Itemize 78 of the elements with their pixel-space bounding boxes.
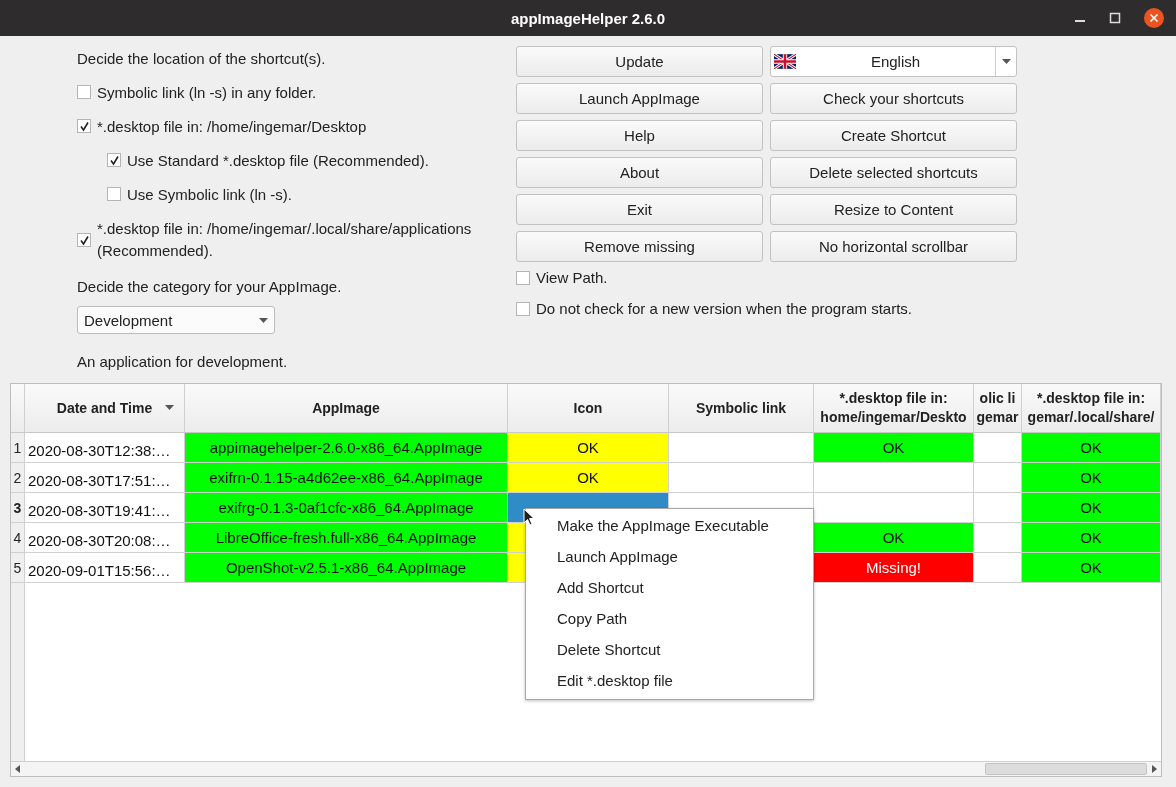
scrollbar-thumb[interactable] (985, 763, 1147, 775)
push-button[interactable]: Exit (516, 194, 763, 225)
push-button[interactable]: Update (516, 46, 763, 77)
column-header[interactable]: AppImage (185, 384, 508, 432)
push-button[interactable]: Launch AppImage (516, 83, 763, 114)
table-cell: appimagehelper-2.6.0-x86_64.AppImage (185, 433, 508, 463)
push-button[interactable]: No horizontal scrollbar (770, 231, 1017, 262)
checkbox-label: Do not check for a new version when the program starts. (536, 300, 912, 317)
horizontal-scrollbar[interactable] (11, 761, 1161, 776)
table-cell: OK (1022, 553, 1161, 583)
column-header[interactable]: Icon (508, 384, 669, 432)
sort-indicator-icon (165, 405, 174, 410)
row-number: 2 (11, 463, 25, 493)
checkbox[interactable] (77, 233, 91, 247)
column-header[interactable]: *.desktop file in: home/ingemar/Deskto (814, 384, 974, 432)
checkbox[interactable] (516, 270, 530, 285)
table-cell: 2020-08-30T12:38:… (25, 433, 185, 463)
language-dropdown[interactable]: English (770, 46, 1017, 77)
push-button[interactable]: Resize to Content (770, 194, 1017, 225)
push-button[interactable]: Help (516, 120, 763, 151)
column-header[interactable]: olic li gemar (974, 384, 1022, 432)
section-heading: Decide the location of the shortcut(s). (77, 49, 326, 67)
category-dropdown[interactable]: Development (77, 306, 275, 334)
table-cell: OK (1022, 523, 1161, 553)
row-number: 4 (11, 523, 25, 553)
checkbox[interactable] (77, 85, 91, 99)
caret-icon (1001, 59, 1011, 64)
push-button[interactable]: Delete selected shortcuts (770, 157, 1017, 188)
window-title: appImageHelper 2.6.0 (510, 9, 666, 27)
push-button[interactable]: Remove missing (516, 231, 763, 262)
column-header[interactable]: Symbolic link (669, 384, 814, 432)
menu-item[interactable]: Edit *.desktop file (526, 665, 813, 696)
table-cell: exifrn-0.1.15-a4d62ee-x86_64.AppImage (185, 463, 508, 493)
checkbox-label: *.desktop file in: /home/ingemar/.local/share/applications (Recommended). (97, 219, 473, 261)
row-number: 5 (11, 553, 25, 583)
table-cell: 2020-08-30T17:51:… (25, 463, 185, 493)
close-icon[interactable] (1144, 8, 1164, 28)
table-cell: 2020-09-01T15:56:… (25, 553, 185, 583)
section-heading: Decide the category for your AppImage. (77, 277, 342, 295)
table-cell: OK (508, 463, 669, 493)
column-header[interactable]: *.desktop file in: gemar/.local/share/ (1022, 384, 1161, 432)
menu-item[interactable]: Launch AppImage (526, 541, 813, 572)
checkbox-label: Use Symbolic link (ln -s). (127, 185, 293, 203)
table-cell: exifrg-0.1.3-0af1cfc-x86_64.AppImage (185, 493, 508, 523)
checkbox-label: View Path. (536, 269, 608, 286)
menu-item[interactable]: Copy Path (526, 603, 813, 634)
push-button[interactable]: Check your shortcuts (770, 83, 1017, 114)
caret-icon (259, 317, 268, 323)
table-cell: LibreOffice-fresh.full-x86_64.AppImage (185, 523, 508, 553)
table-cell: OK (508, 433, 669, 463)
push-button[interactable]: Create Shortcut (770, 120, 1017, 151)
category-description: An application for development. (77, 352, 288, 370)
table-cell: OpenShot-v2.5.1-x86_64.AppImage (185, 553, 508, 583)
table-cell: OK (814, 523, 974, 553)
checkbox-label: Symbolic link (ln -s) in any folder. (97, 83, 317, 101)
table-cell: Missing! (814, 553, 974, 583)
checkbox[interactable] (107, 187, 121, 201)
table-cell: OK (1022, 463, 1161, 493)
checkbox-label: *.desktop file in: /home/ingemar/Desktop (97, 117, 367, 135)
right-arrow-icon[interactable] (1150, 765, 1158, 773)
push-button[interactable]: About (516, 157, 763, 188)
checkbox[interactable] (516, 301, 530, 316)
checkbox-label: Use Standard *.desktop file (Recommended). (127, 151, 429, 169)
column-header[interactable]: Date and Time (25, 384, 185, 432)
table-cell: OK (814, 433, 974, 463)
left-arrow-icon[interactable] (14, 765, 22, 773)
row-number: 1 (11, 433, 25, 463)
checkbox[interactable] (77, 119, 91, 133)
flag-icon (774, 54, 796, 69)
table-cell: 2020-08-30T19:41:… (25, 493, 185, 523)
table-cell: 2020-08-30T20:08:… (25, 523, 185, 553)
menu-item[interactable]: Add Shortcut (526, 572, 813, 603)
row-number: 3 (11, 493, 25, 523)
table-cell: OK (1022, 433, 1161, 463)
table-cell: OK (1022, 493, 1161, 523)
checkbox[interactable] (107, 153, 121, 167)
maximize-icon[interactable] (1109, 12, 1121, 24)
menu-item[interactable]: Delete Shortcut (526, 634, 813, 665)
